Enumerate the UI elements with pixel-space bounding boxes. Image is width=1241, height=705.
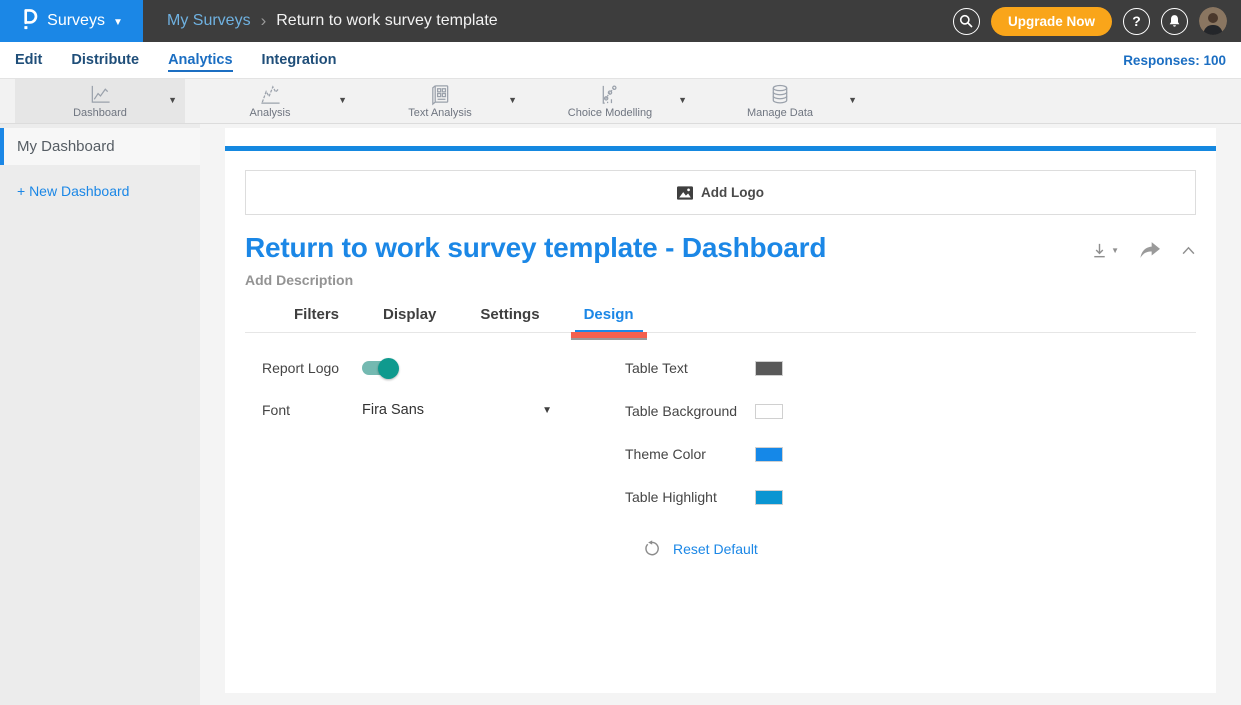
settings-tabs: Filters Display Settings Design [245,306,1196,333]
upgrade-now-button[interactable]: Upgrade Now [991,7,1112,36]
tab-design[interactable]: Design [575,306,643,333]
bell-icon [1168,14,1181,28]
database-icon [767,83,793,106]
breadcrumb-current: Return to work survey template [276,12,497,30]
notifications-button[interactable] [1161,8,1188,35]
help-button[interactable]: ? [1123,8,1150,35]
design-panel-left: Report Logo Font Fira Sans ▼ [262,360,625,557]
collapse-button[interactable] [1181,246,1196,255]
reset-icon [643,540,660,557]
chevron-down-icon: ▼ [1111,246,1119,255]
image-icon [677,186,693,200]
tab-display[interactable]: Display [374,306,445,333]
sidebar-item-my-dashboard[interactable]: My Dashboard [0,128,200,165]
report-logo-label: Report Logo [262,360,362,376]
design-panel: Report Logo Font Fira Sans ▼ [245,360,1196,557]
toolbar-item-label: Analysis [250,107,291,119]
table-text-label: Table Text [625,360,755,376]
theme-color-row: Theme Color [625,446,1196,462]
toolbar-item-analysis[interactable]: Analysis ▼ [185,79,355,123]
chevron-down-icon[interactable]: ▼ [678,95,687,105]
tab-analytics[interactable]: Analytics [168,49,232,72]
dashboard-card: Add Logo Return to work survey template … [225,128,1216,693]
reset-default-button[interactable]: Reset Default [643,540,1196,557]
table-background-label: Table Background [625,403,755,419]
breadcrumb: My Surveys › Return to work survey templ… [167,0,498,42]
report-logo-row: Report Logo [262,360,625,376]
breadcrumb-my-surveys[interactable]: My Surveys [167,12,251,30]
tab-settings[interactable]: Settings [471,306,548,333]
table-background-swatch[interactable] [755,404,783,419]
chevron-down-icon[interactable]: ▼ [168,95,177,105]
chevron-down-icon: ▼ [542,405,552,416]
analytics-toolbar: Dashboard ▼ Analysis ▼ Text Analysis ▼ [0,79,1241,124]
theme-accent-bar [225,146,1216,151]
toolbar-item-choice-modelling[interactable]: Choice Modelling ▼ [525,79,695,123]
report-logo-toggle[interactable] [362,361,396,375]
tab-distribute[interactable]: Distribute [71,49,139,72]
font-row: Font Fira Sans ▼ [262,402,625,418]
product-name: Surveys [47,12,105,30]
header-actions: Upgrade Now ? [953,0,1241,42]
table-highlight-row: Table Highlight [625,489,1196,505]
tab-design-label: Design [584,306,634,323]
toolbar-item-text-analysis[interactable]: Text Analysis ▼ [355,79,525,123]
trend-chart-icon [257,83,283,106]
avatar[interactable] [1199,7,1227,35]
new-dashboard-link[interactable]: + New Dashboard [17,183,200,199]
table-text-swatch[interactable] [755,361,783,376]
font-value: Fira Sans [362,402,542,418]
document-grid-icon [427,83,453,106]
scatter-chart-icon [597,83,623,106]
toolbar-item-label: Dashboard [73,107,127,119]
chevron-down-icon[interactable]: ▼ [508,95,517,105]
table-highlight-label: Table Highlight [625,489,755,505]
product-switcher[interactable]: Surveys ▼ [0,0,143,42]
survey-nav-tabs: Edit Distribute Analytics Integration [15,49,336,72]
font-label: Font [262,402,362,418]
theme-color-swatch[interactable] [755,447,783,462]
tab-filters[interactable]: Filters [285,306,348,333]
questionpro-logo-icon [20,7,39,35]
toolbar-item-dashboard[interactable]: Dashboard ▼ [15,79,185,123]
responses-count[interactable]: Responses: 100 [1123,53,1226,68]
chevron-down-icon[interactable]: ▼ [848,95,857,105]
chevron-down-icon[interactable]: ▼ [338,95,347,105]
dashboard-sidebar: My Dashboard + New Dashboard [0,124,200,705]
reset-default-label: Reset Default [673,541,758,557]
chevron-down-icon: ▼ [113,17,123,28]
toolbar-item-label: Manage Data [747,107,813,119]
line-chart-icon [87,83,113,106]
toolbar-item-manage-data[interactable]: Manage Data ▼ [695,79,865,123]
share-icon [1140,242,1160,259]
search-icon [959,14,973,28]
font-select[interactable]: Fira Sans ▼ [362,402,552,418]
chevron-up-icon [1181,246,1196,255]
page-title: Return to work survey template - Dashboa… [245,232,826,264]
theme-color-label: Theme Color [625,446,755,462]
table-text-row: Table Text [625,360,1196,376]
toggle-knob [378,358,399,379]
tab-integration[interactable]: Integration [262,49,337,72]
download-icon [1090,241,1109,260]
survey-nav: Edit Distribute Analytics Integration Re… [0,42,1241,79]
design-panel-right: Table Text Table Background Theme Color … [625,360,1196,557]
search-button[interactable] [953,8,980,35]
sidebar-item-label: My Dashboard [17,138,115,155]
tab-edit[interactable]: Edit [15,49,42,72]
table-highlight-swatch[interactable] [755,490,783,505]
dashboard-actions: ▼ [1090,241,1196,260]
add-description[interactable]: Add Description [245,272,1196,288]
download-button[interactable]: ▼ [1090,241,1119,260]
table-background-row: Table Background [625,403,1196,419]
toolbar-item-label: Choice Modelling [568,107,652,119]
toolbar-item-label: Text Analysis [408,107,472,119]
add-logo-dropzone[interactable]: Add Logo [245,170,1196,215]
dashboard-content: Add Logo Return to work survey template … [200,124,1241,705]
add-logo-label: Add Logo [701,185,764,200]
top-header: Surveys ▼ My Surveys › Return to work su… [0,0,1241,42]
annotation-highlight [571,332,647,338]
breadcrumb-separator: › [261,11,267,31]
share-button[interactable] [1140,242,1160,259]
